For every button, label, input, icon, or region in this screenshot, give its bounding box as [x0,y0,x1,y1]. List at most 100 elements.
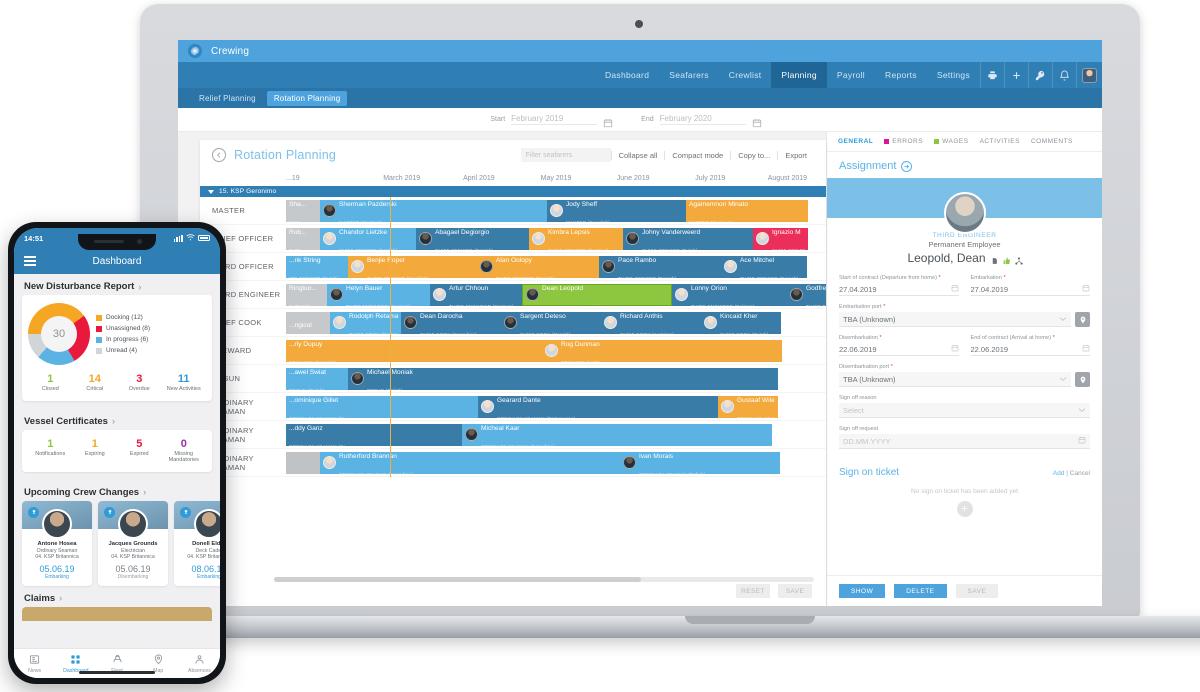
assignment-block[interactable]: Ace Mitchel THIRD OFFICER (Danish) [721,255,807,278]
assignment-block[interactable]: ...rly Dupuy STEWARD (Spanish) [286,339,542,362]
gantt-track[interactable]: ...ddy Ganz ORDINARY SEAMAN (German) Mic… [286,421,826,448]
crew-section-header[interactable]: Upcoming Crew Changes › [14,480,220,501]
gantt-track[interactable]: Rob... CHIE Chandor Lietzke CHIEF OFFICE… [286,225,826,252]
map-pin-button[interactable] [1075,372,1090,387]
detail-tab-general[interactable]: GENERAL [838,138,873,145]
phone-tab-news[interactable]: News [14,654,55,674]
map-pin-button[interactable] [1075,312,1090,327]
field-control[interactable]: 27.04.2019 [970,283,1090,296]
chevron-right-icon[interactable]: › [143,487,146,497]
chevron-down-icon[interactable] [208,189,214,194]
assignment-block[interactable]: Dean Leopold THIRD ENGINEER (Belgian) [522,283,672,306]
assignment-block[interactable]: Dean Darocha CHIEF COOK (Canadian) [401,311,501,334]
field-control[interactable]: TBA (Unknown) [839,312,1071,327]
network-badge-icon[interactable] [1014,254,1023,265]
back-arrow-icon[interactable] [212,148,226,162]
detail-tab-errors[interactable]: ERRORS [884,138,923,145]
assignment-block[interactable]: ...nk String IRD OFFICER (Dutch) [286,255,348,278]
save-button[interactable]: SAVE [955,584,999,598]
stat-item[interactable]: 0 Missing Mandatories [162,438,207,464]
detail-tab-wages[interactable]: WAGES [934,138,968,145]
stat-item[interactable]: 5 Expired [117,438,162,464]
assignment-block[interactable]: Kimbra Lepsis CHIEF OFFICER (Russian) [529,227,623,250]
assignment-block[interactable]: Kincaid Kher CHIEF COOK (Dutch) [701,311,781,334]
calendar-icon[interactable] [1082,284,1090,294]
assignment-block[interactable]: Johny Vanderweerd CHIEF OFFICER (Dutch) [623,227,753,250]
assignment-block[interactable]: Abagael Degiorgio CHIEF OFFICER (Danish) [416,227,529,250]
field-control[interactable]: 27.04.2019 [839,283,959,296]
export-button[interactable]: Export [777,150,814,160]
subtab-relief-planning[interactable]: Relief Planning [192,91,263,106]
assignment-block[interactable]: Agamemnon Minato MASTER (German) [686,199,808,222]
assignment-block[interactable]: ...awel Swiat BOSUN (Dutch) [286,367,348,390]
gantt-track[interactable]: ...ominique Gillet ORDINARY SEAMAN (Fren… [286,393,826,420]
delete-button[interactable]: DELETE [894,584,947,598]
chevron-down-icon[interactable] [1078,406,1086,415]
field-control[interactable]: 22.06.2019 [970,343,1090,356]
filter-seafarers-input[interactable]: Filter seafarers [520,148,611,162]
chevron-right-icon[interactable]: › [112,416,115,426]
start-date-field[interactable]: Start February 2019 [490,114,641,127]
save-button[interactable]: SAVE [778,584,812,598]
field-control[interactable]: Select [839,403,1090,418]
chevron-down-icon[interactable] [1059,315,1067,324]
assignment-block[interactable]: Michael Moniak BOSUN (Polish) [348,367,778,390]
gantt-track[interactable]: ...rly Dupuy STEWARD (Spanish) Rog Dunma… [286,337,826,364]
gantt-track[interactable]: Ringluo... D (Dutch) Helyn Bauer THIRD E… [286,281,826,308]
assignment-block[interactable]: Sha... MAS [286,199,320,222]
assignment-block[interactable]: Artur Chhoun THIRD ENGINEER (German) [430,283,522,306]
assignment-block[interactable]: Godfree THIRD ENG [787,283,826,306]
assignment-block[interactable]: ...ominique Gillet ORDINARY SEAMAN (Fren… [286,395,348,418]
assignment-block[interactable]: Ignazio M CHIEF OFFICE [753,227,808,250]
arrow-right-icon[interactable] [901,160,913,172]
phone-content[interactable]: New Disturbance Report › 30 Docking (12)… [14,274,220,648]
assignment-block[interactable]: Lonny Orion THIRD ENGINEER (Belgian) [672,283,787,306]
disturbance-section-header[interactable]: New Disturbance Report › [14,274,220,295]
document-badge-icon[interactable] [991,254,998,264]
assignment-block[interactable]: Pace Rambo THIRD OFFICER (Danish) [599,255,721,278]
calendar-icon[interactable] [1078,436,1086,446]
ticket-cancel-button[interactable]: Cancel [1070,470,1090,477]
assignment-block[interactable]: Micheal Kaar ORDINARY SEAMAN (Canadian) [462,423,772,446]
assignment-block[interactable]: Helyn Bauer THIRD ENGINEER (German) [327,283,430,306]
stat-item[interactable]: 1 Expiring [73,438,118,464]
stat-item[interactable]: 3 Overdue [117,373,162,393]
vessel-group-header[interactable]: 15. KSP Geronimo [200,186,826,197]
calendar-icon[interactable] [603,115,613,127]
crew-change-card[interactable]: Donell Elder Deck Cadet 04. KSP Britanni… [174,500,220,586]
crew-changes-list[interactable]: Antone Hosea Ordinary Seaman 04. KSP Bri… [14,500,220,586]
chevron-right-icon[interactable]: › [59,593,62,603]
copy-to-button[interactable]: Copy to... [730,150,777,160]
nav-item-seafarers[interactable]: Seafarers [659,62,719,88]
field-control[interactable]: DD.MM.YYYY [839,434,1090,449]
assignment-block[interactable]: Rog Dunman STEWARD (Irish) [542,339,782,362]
detail-tab-comments[interactable]: COMMENTS [1031,138,1073,145]
chevron-right-icon[interactable]: › [138,282,141,292]
stat-item[interactable]: 14 Critical [73,373,118,393]
thumbs-up-badge-icon[interactable] [1003,254,1010,264]
assignment-block[interactable]: Benjie Roper THIRD OFFICER (Swedish) [348,255,477,278]
subtab-rotation-planning[interactable]: Rotation Planning [266,90,348,106]
crew-change-card[interactable]: Antone Hosea Ordinary Seaman 04. KSP Bri… [22,500,92,586]
assignment-block[interactable]: Ringluo... D (Dutch) [286,283,327,306]
nav-item-reports[interactable]: Reports [875,62,927,88]
gantt-track[interactable]: Sha... MAS Sherman Pazderski MASTER (Ger… [286,197,826,224]
add-ticket-button[interactable]: + [956,501,973,517]
show-button[interactable]: SHOW [839,584,886,598]
plus-icon[interactable] [1004,62,1028,88]
assignment-block[interactable]: Ivan Morais ORDINARY SEAMAN (Polish) [620,451,780,474]
assignment-block[interactable]: Sargent Deteso CHIEF COOK (Danish) [501,311,601,334]
nav-item-crewlist[interactable]: Crewlist [719,62,772,88]
compact-mode-button[interactable]: Compact mode [664,150,730,160]
collapse-all-button[interactable]: Collapse all [610,150,665,160]
stat-item[interactable]: 1 Notifications [28,438,73,464]
gantt-track[interactable]: ...ngicol Rodolph Retamar CHIEF COOK (Po… [286,309,826,336]
chevron-down-icon[interactable] [1059,375,1067,384]
calendar-icon[interactable] [951,284,959,294]
user-avatar[interactable] [1076,62,1102,88]
field-control[interactable]: TBA (Unknown) [839,372,1071,387]
nav-item-planning[interactable]: Planning [771,62,827,88]
assignment-block[interactable] [348,423,462,446]
stat-item[interactable]: 1 Closed [28,373,73,393]
calendar-icon[interactable] [1082,344,1090,354]
